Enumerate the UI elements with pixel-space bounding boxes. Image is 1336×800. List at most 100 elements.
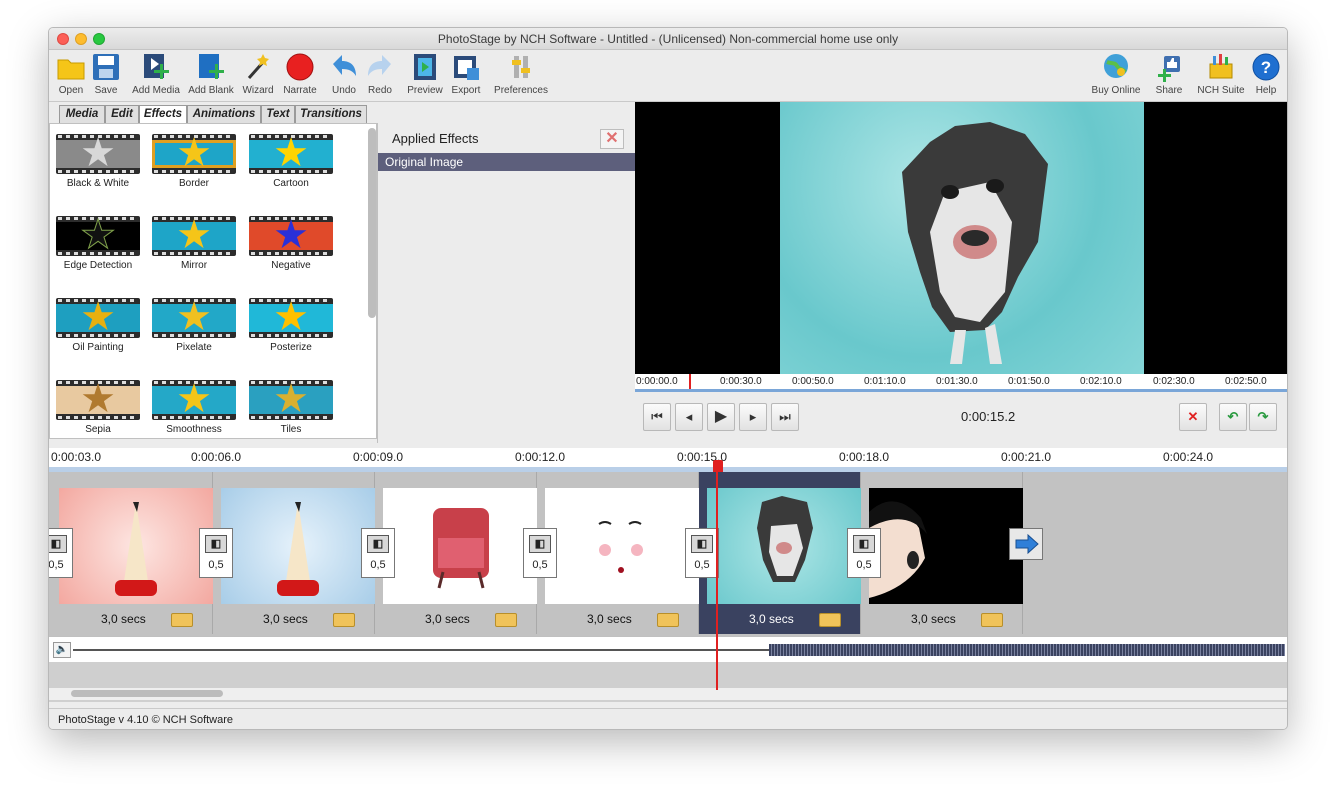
timeline-ruler-tick: 0:00:09.0 [353, 450, 404, 464]
effect-sepia[interactable]: ★ Sepia [50, 379, 146, 435]
timeline-lower-area [49, 662, 1287, 702]
add-media-button[interactable]: Add Media [131, 52, 181, 96]
clip-duration: 3,0 secs [587, 612, 632, 626]
record-icon [285, 52, 315, 82]
effect-tiles[interactable]: ★ Tiles [243, 379, 339, 435]
effect-black-white[interactable]: ★ Black & White [50, 133, 146, 189]
clip-thumbnail [59, 488, 213, 604]
effect-label: Oil Painting [72, 342, 124, 353]
effect-label: Sepia [85, 424, 111, 435]
clip-duration-button[interactable] [981, 613, 1003, 627]
clip-duration-button[interactable] [171, 613, 193, 627]
effect-edge-detection[interactable]: ★ Edge Detection [50, 215, 146, 271]
transition-marker[interactable]: ◧ 0,5 [199, 528, 233, 578]
wizard-button[interactable]: Wizard [241, 52, 275, 96]
preview-ruler[interactable]: 0:00:00.0 0:00:30.0 0:00:50.0 0:01:10.0 … [635, 374, 1287, 392]
save-button[interactable]: Save [89, 52, 123, 96]
nch-suite-button[interactable]: NCH Suite [1195, 52, 1247, 96]
export-button[interactable]: Export [449, 52, 483, 96]
share-button[interactable]: Share [1149, 52, 1189, 96]
redo-button[interactable]: Redo [363, 52, 397, 96]
arrow-right-icon [1015, 533, 1039, 555]
posterize-thumb: ★ [249, 297, 333, 338]
add-blank-icon [196, 52, 226, 82]
play-button[interactable]: ▶ [707, 403, 735, 431]
delete-button[interactable]: ✕ [1179, 403, 1207, 431]
effects-scrollbar[interactable] [368, 128, 376, 318]
transition-marker[interactable]: ◧ 0,5 [685, 528, 719, 578]
save-label: Save [94, 85, 118, 96]
tab-text[interactable]: Text [261, 105, 295, 124]
close-window-button[interactable] [57, 33, 69, 45]
remove-effect-button[interactable]: ✕ [600, 129, 624, 149]
transition-marker[interactable]: ◧ 0,5 [523, 528, 557, 578]
clip-item[interactable]: 3,0 secs [537, 472, 699, 634]
transition-marker[interactable]: ◧ 0,5 [361, 528, 395, 578]
effect-negative[interactable]: ★ Negative [243, 215, 339, 271]
effect-label: Mirror [180, 260, 208, 271]
skip-to-start-button[interactable]: ⏮ [643, 403, 671, 431]
tab-media[interactable]: Media [59, 105, 105, 124]
preview-button[interactable]: Preview [405, 52, 445, 96]
clip-item[interactable]: 3,0 secs [51, 472, 213, 634]
clip-duration-button[interactable] [333, 613, 355, 627]
audio-track[interactable]: 🔈 [49, 636, 1287, 662]
effect-pixelate[interactable]: ★ Pixelate [146, 297, 242, 353]
tab-animations[interactable]: Animations [187, 105, 261, 124]
effect-cartoon[interactable]: ★ Cartoon [243, 133, 339, 189]
clip-duration-button[interactable] [657, 613, 679, 627]
add-blank-button[interactable]: Add Blank [187, 52, 235, 96]
effect-mirror[interactable]: ★ Mirror [146, 215, 242, 271]
share-icon [1154, 52, 1184, 82]
undo-button[interactable]: Undo [327, 52, 361, 96]
transition-duration: 0,5 [370, 559, 386, 571]
svg-text:?: ? [1261, 58, 1271, 77]
buy-online-button[interactable]: Buy Online [1089, 52, 1143, 96]
tab-transitions[interactable]: Transitions [295, 105, 367, 124]
transition-duration: 0,5 [532, 559, 548, 571]
effect-label: Negative [271, 260, 311, 271]
tab-edit[interactable]: Edit [105, 105, 139, 124]
preview-ruler-tick: 0:01:10.0 [864, 376, 906, 387]
timeline-ruler[interactable]: 0:00:03.0 0:00:06.0 0:00:09.0 0:00:12.0 … [49, 448, 1287, 474]
clip-duration-button[interactable] [495, 613, 517, 627]
tab-effects[interactable]: Effects [139, 105, 187, 125]
help-button[interactable]: ? Help [1251, 52, 1281, 96]
transition-icon: ◧ [691, 535, 713, 553]
preferences-button[interactable]: Preferences [493, 52, 549, 96]
clip-duration-button[interactable] [819, 613, 841, 627]
clip-item[interactable]: 3,0 secs [861, 472, 1023, 634]
effect-posterize[interactable]: ★ Posterize [243, 297, 339, 353]
rotate-left-button[interactable]: ↶ [1219, 403, 1247, 431]
preview-ruler-tick: 0:01:50.0 [1008, 376, 1050, 387]
clip-item-selected[interactable]: 3,0 secs [699, 472, 861, 634]
zoom-window-button[interactable] [93, 33, 105, 45]
effect-label: Cartoon [273, 178, 309, 189]
minimize-window-button[interactable] [75, 33, 87, 45]
clip-thumbnail [707, 488, 861, 604]
effect-smoothness[interactable]: ★ Smoothness [146, 379, 242, 435]
preview-playhead[interactable] [689, 374, 691, 389]
add-clip-arrow[interactable] [1009, 528, 1043, 560]
step-back-button[interactable]: ◂ [675, 403, 703, 431]
transition-marker[interactable]: ◧ 0,5 [847, 528, 881, 578]
clip-item[interactable]: 3,0 secs [375, 472, 537, 634]
effect-border[interactable]: ★ Border [146, 133, 242, 189]
effect-label: Border [178, 178, 209, 189]
undo-icon [329, 52, 359, 82]
effect-label: Black & White [66, 178, 130, 189]
help-label: Help [1255, 85, 1277, 96]
preview-ruler-tick: 0:02:50.0 [1225, 376, 1267, 387]
step-forward-button[interactable]: ▸ [739, 403, 767, 431]
timeline-hscrollbar-thumb[interactable] [71, 690, 223, 697]
applied-effect-item[interactable]: Original Image [378, 153, 636, 171]
narrate-button[interactable]: Narrate [281, 52, 319, 96]
clip-item[interactable]: 3,0 secs [213, 472, 375, 634]
effect-oil-painting[interactable]: ★ Oil Painting [50, 297, 146, 353]
speaker-icon[interactable]: 🔈 [53, 642, 71, 658]
open-button[interactable]: Open [54, 52, 88, 96]
rotate-right-button[interactable]: ↷ [1249, 403, 1277, 431]
transition-marker[interactable]: ◧ 0,5 [49, 528, 73, 578]
window-title: PhotoStage by NCH Software - Untitled - … [437, 32, 899, 46]
skip-to-end-button[interactable]: ⏭ [771, 403, 799, 431]
